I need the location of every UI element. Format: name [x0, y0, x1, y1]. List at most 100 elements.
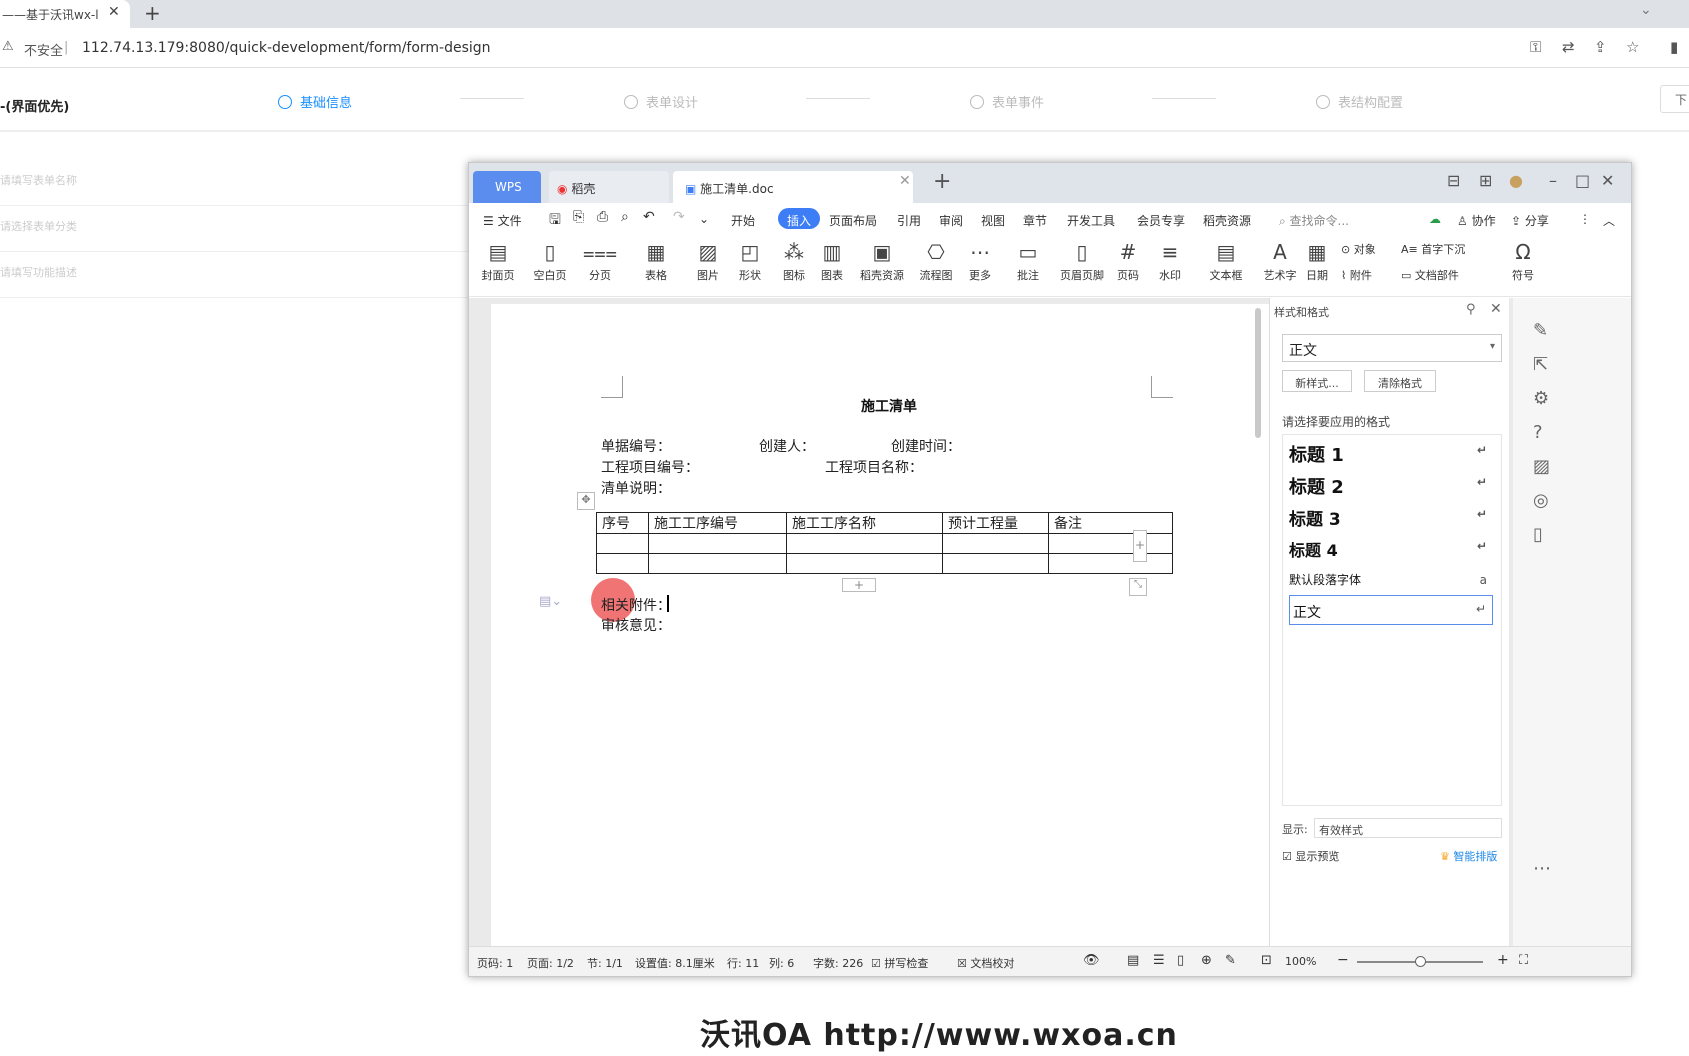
menu-insert[interactable]: 插入 [778, 208, 820, 229]
table-header-cell[interactable]: 预计工程量 [942, 512, 1049, 534]
doc-field-attachments[interactable]: 相关附件： [601, 595, 671, 615]
table-cell[interactable] [942, 553, 1049, 574]
new-tab-button[interactable]: + [144, 1, 161, 25]
edit-icon[interactable]: ✎ [1225, 953, 1236, 968]
step-table-structure[interactable]: 表结构配置 [1316, 92, 1403, 111]
table-cell[interactable] [648, 553, 787, 574]
close-icon[interactable]: ✕ [1601, 171, 1614, 190]
minimize-icon[interactable]: – [1549, 171, 1557, 190]
add-row-button[interactable]: + [842, 578, 876, 592]
layout-icon[interactable]: ⊟ [1447, 171, 1460, 190]
undo-icon[interactable]: ↶ [643, 209, 655, 225]
style-default-font[interactable]: 默认段落字体 a [1289, 571, 1493, 588]
table-resize-handle[interactable]: ⤡ [1129, 578, 1147, 596]
doc-field-project-name[interactable]: 工程项目名称： [825, 457, 923, 477]
document-title[interactable]: 施工清单 [491, 396, 1287, 416]
tab-document[interactable]: ▣ 施工清单.doc [673, 171, 913, 203]
chevron-down-icon[interactable]: ⌄ [1640, 2, 1652, 18]
web-view-icon[interactable]: ⊕ [1201, 953, 1212, 968]
style-heading-4[interactable]: 标题 4 ↵ [1289, 537, 1493, 561]
style-heading-1[interactable]: 标题 1 ↵ [1289, 441, 1493, 467]
share-button[interactable]: ⇪ 分享 [1511, 212, 1549, 229]
sidebar-icon[interactable]: ▮ [1670, 38, 1678, 56]
zoom-in-button[interactable]: + [1497, 952, 1509, 968]
zoom-slider-handle[interactable] [1415, 956, 1426, 967]
read-view-icon[interactable]: ▯ [1177, 953, 1184, 968]
add-column-button[interactable]: + [1133, 530, 1147, 562]
menu-chapter[interactable]: 章节 [1023, 212, 1047, 229]
menu-start[interactable]: 开始 [731, 212, 755, 229]
print-icon[interactable]: ⎙ [597, 209, 608, 225]
table-cell[interactable] [786, 533, 943, 554]
ribbon-doc-parts[interactable]: ▭ 文档部件 [1401, 267, 1459, 283]
menu-member[interactable]: 会员专享 [1137, 212, 1185, 229]
ribbon-date[interactable]: ▦ 日期 [1295, 237, 1339, 283]
table-cell[interactable] [648, 533, 787, 554]
star-icon[interactable]: ☆ [1626, 38, 1639, 56]
insecure-label[interactable]: 不安全 [24, 40, 63, 59]
maximize-icon[interactable]: □ [1575, 171, 1590, 190]
ribbon-watermark[interactable]: ≡ 水印 [1141, 237, 1199, 283]
avatar[interactable]: ● [1509, 171, 1523, 190]
close-tab-icon[interactable]: ✕ [108, 4, 120, 20]
grid-icon[interactable]: ⊞ [1479, 171, 1492, 190]
key-icon[interactable]: ⚿ [1530, 38, 1541, 56]
smart-layout-link[interactable]: ♛ 智能排版 [1440, 848, 1497, 864]
wps-home-tab[interactable]: WPS [473, 171, 541, 203]
location-icon[interactable]: ◎ [1533, 490, 1549, 511]
menu-reference[interactable]: 引用 [897, 212, 921, 229]
select-icon[interactable]: ⇱ [1533, 354, 1548, 375]
zoom-level[interactable]: 100% [1285, 955, 1316, 968]
clear-format-button[interactable]: 清除格式 [1364, 370, 1436, 392]
style-heading-3[interactable]: 标题 3 ↵ [1289, 505, 1493, 530]
command-search[interactable]: ⌕ 查找命令... [1279, 212, 1349, 229]
form-category-field[interactable]: 请选择表单分类 [0, 206, 470, 252]
more-icon[interactable]: ⋮ [1579, 212, 1591, 226]
step-basic-info[interactable]: 基础信息 [278, 92, 352, 111]
help-icon[interactable]: ? [1533, 422, 1543, 443]
doc-field-project-no[interactable]: 工程项目编号： [601, 457, 699, 477]
show-filter-select[interactable]: 有效样式 [1314, 818, 1502, 838]
table-header-cell[interactable]: 施工工序编号 [648, 512, 787, 534]
show-preview-checkbox[interactable]: ☑ 显示预览 [1282, 848, 1339, 864]
menu-view[interactable]: 视图 [981, 212, 1005, 229]
menu-file[interactable]: ☰ 文件 [483, 212, 522, 229]
cloud-sync-icon[interactable]: ☁ [1429, 212, 1441, 226]
warning-icon[interactable]: ⚠ [2, 39, 14, 54]
table-cell[interactable] [596, 553, 649, 574]
share-icon[interactable]: ⇪ [1594, 38, 1607, 56]
table-cell[interactable] [942, 533, 1049, 554]
doc-field-review[interactable]: 审核意见： [601, 615, 671, 635]
table-header-cell[interactable]: 序号 [596, 512, 649, 534]
step-form-events[interactable]: 表单事件 [970, 92, 1044, 111]
new-tab-button[interactable]: + [933, 169, 951, 194]
tab-dake[interactable]: ◉ 稻壳 [549, 171, 669, 203]
eye-icon[interactable]: 👁 [1083, 953, 1100, 968]
ribbon-textbox[interactable]: ▤ 文本框 [1197, 237, 1255, 283]
collapse-ribbon-icon[interactable]: ︿ [1603, 212, 1615, 229]
zoom-out-button[interactable]: − [1337, 952, 1349, 968]
pen-icon[interactable]: ✎ [1533, 320, 1548, 341]
next-button[interactable]: 下 [1660, 85, 1689, 113]
ribbon-object[interactable]: ⊙ 对象 [1341, 241, 1376, 257]
current-style-select[interactable]: 正文 ▾ [1282, 334, 1502, 362]
document-page[interactable]: 施工清单 单据编号： 创建人： 创建时间： 工程项目编号： 工程项目名称： 清单… [491, 304, 1287, 946]
doc-field-bill-no[interactable]: 单据编号： [601, 436, 671, 456]
table-cell[interactable] [596, 533, 649, 554]
collab-button[interactable]: ♙ 协作 [1457, 212, 1496, 229]
ribbon-comment[interactable]: ▭ 批注 [999, 237, 1057, 283]
ribbon-page-break[interactable]: ⩶ 分页 [571, 237, 629, 283]
new-style-button[interactable]: 新样式... [1282, 370, 1352, 392]
close-tab-icon[interactable]: ✕ [899, 173, 911, 189]
redo-icon[interactable]: ↷ [673, 209, 685, 225]
close-icon[interactable]: ✕ [1490, 301, 1502, 317]
page-view-icon[interactable]: ▤ [1127, 953, 1139, 968]
url-input[interactable]: 112.74.13.179:8080/quick-development/for… [82, 40, 491, 56]
table-header-cell[interactable]: 施工工序名称 [786, 512, 943, 534]
style-heading-2[interactable]: 标题 2 ↵ [1289, 473, 1493, 499]
fit-icon[interactable]: ⊡ [1261, 953, 1272, 968]
ribbon-dropcap[interactable]: A≡ 首字下沉 [1401, 241, 1465, 257]
book-icon[interactable]: ▯ [1533, 524, 1543, 545]
ribbon-table[interactable]: ▦ 表格 [627, 237, 685, 283]
form-description-field[interactable]: 请填写功能描述 [0, 252, 470, 298]
